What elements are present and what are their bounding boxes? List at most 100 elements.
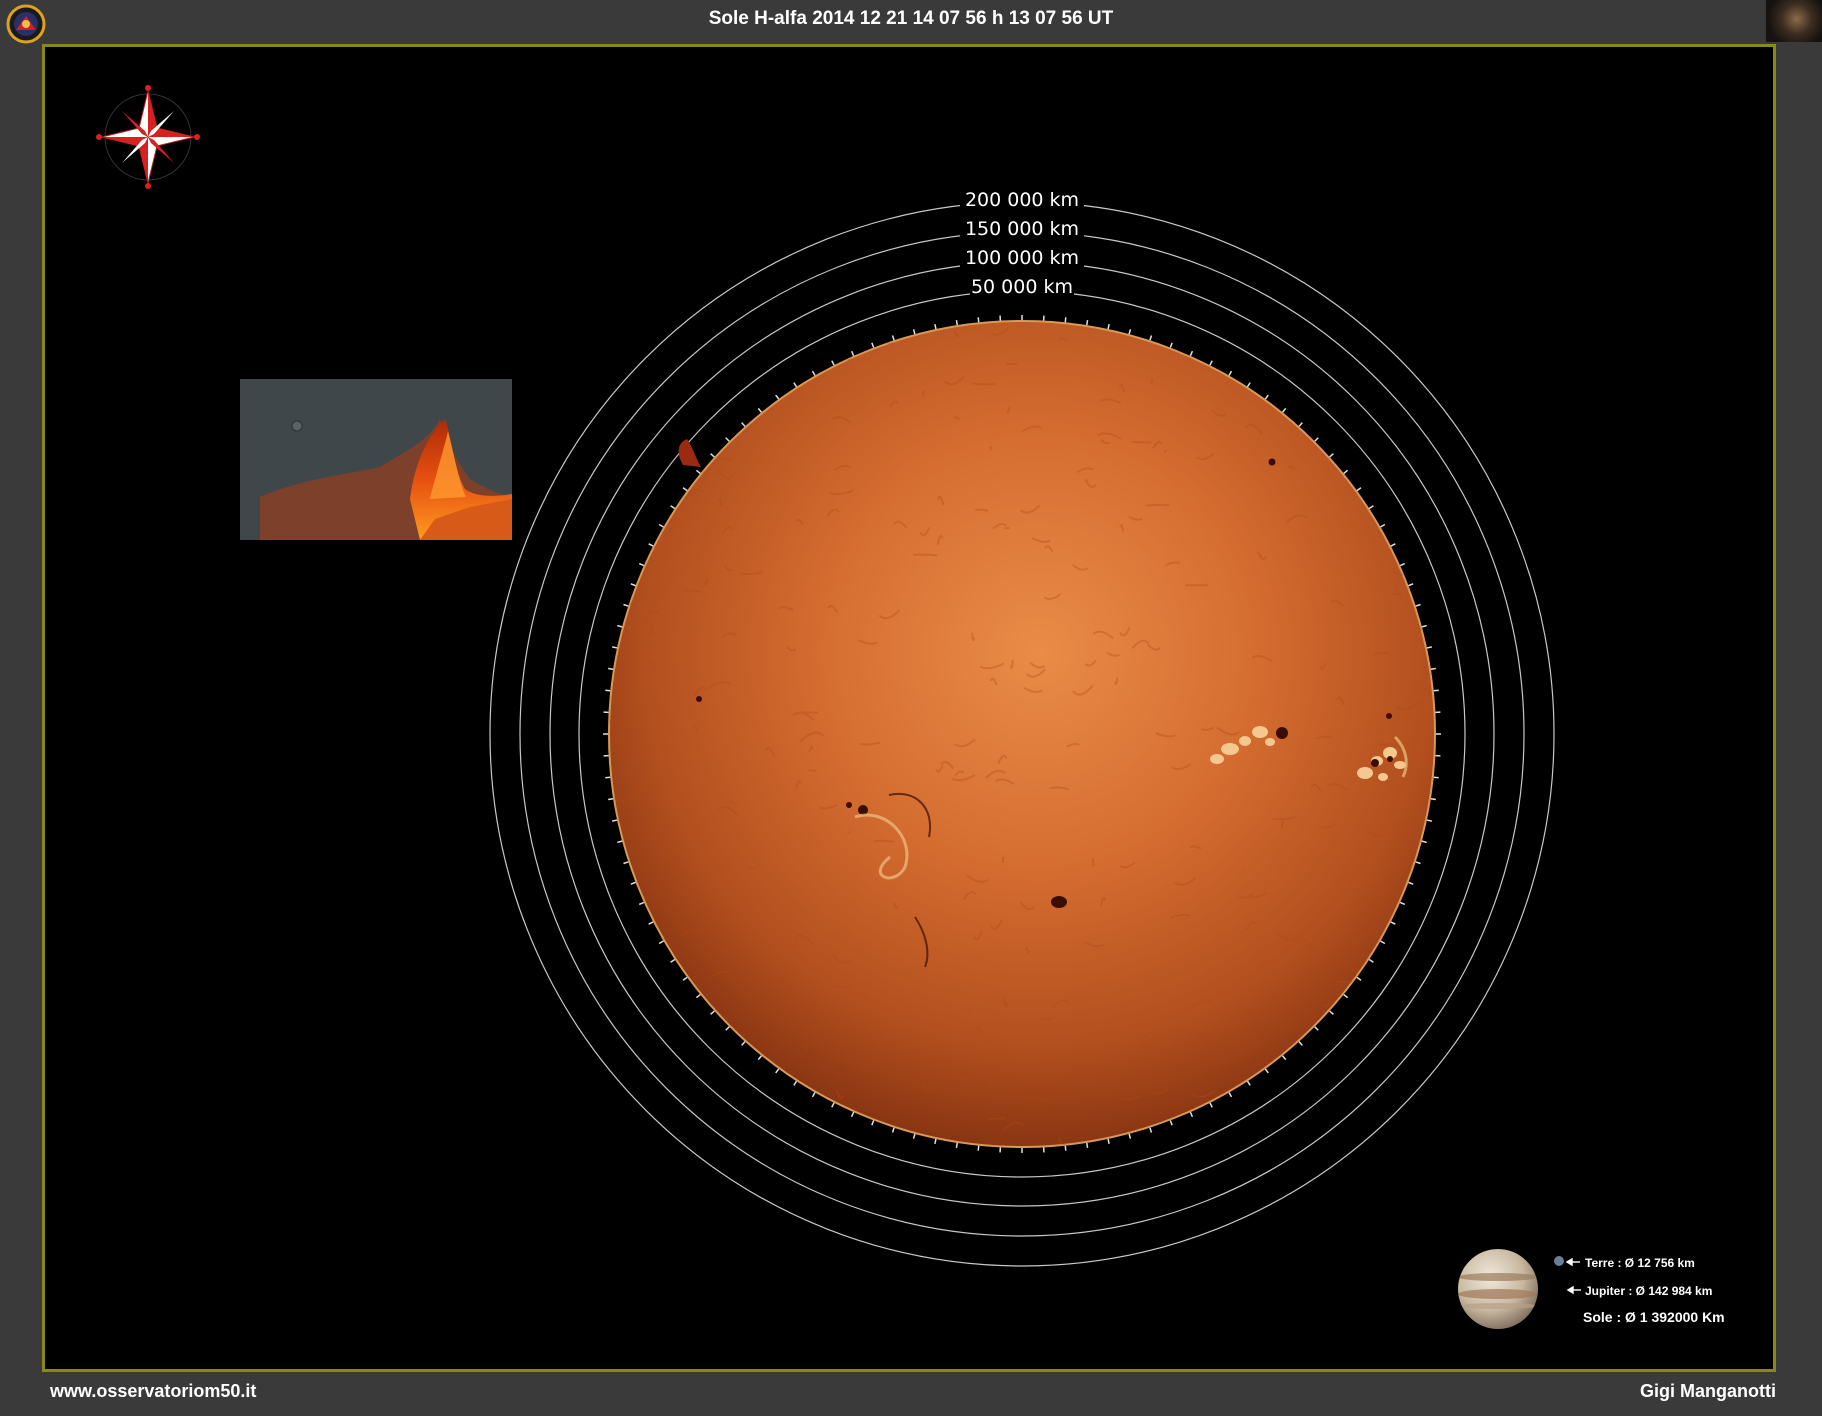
limb-tick: [1426, 646, 1432, 649]
limb-tick: [605, 776, 611, 779]
limb-tick: [1064, 317, 1067, 323]
prominence-inset: [240, 379, 512, 540]
surface-fibril: [647, 453, 668, 458]
limb-tick: [757, 407, 763, 413]
limb-tick: [871, 1120, 875, 1126]
limb-tick: [891, 335, 895, 341]
limb-tick: [1399, 562, 1406, 567]
limb-tick: [1264, 394, 1269, 400]
surface-fibril: [746, 322, 765, 334]
surface-fibril: [753, 361, 777, 373]
compass-rose-icon: [96, 85, 200, 189]
limb-tick: [1169, 342, 1173, 348]
limb-tick: [811, 370, 816, 376]
ring-label-100000: 100 000 km: [965, 247, 1079, 269]
limb-tick: [608, 667, 614, 670]
limb-tick: [623, 861, 629, 865]
limb-tick: [1228, 370, 1233, 376]
ring-label-200000: 200 000 km: [965, 189, 1079, 211]
limb-tick: [1433, 689, 1439, 692]
limb-tick: [741, 1041, 746, 1046]
limb-tick: [1421, 624, 1427, 628]
limb-tick: [617, 840, 623, 844]
limb-tick: [605, 689, 611, 692]
limb-tick: [617, 624, 623, 628]
limb-tick: [1408, 583, 1414, 587]
limb-tick: [831, 360, 835, 366]
surface-fibril: [1392, 592, 1403, 596]
limb-tick: [658, 940, 664, 945]
surface-fibril: [706, 1018, 724, 1026]
surface-fibril: [985, 1039, 991, 1043]
surface-fibril: [829, 1107, 835, 1115]
limb-tick: [1107, 1138, 1110, 1144]
solar-scene: 200 000 km 150 000 km 100 000 km 50 000 …: [96, 85, 1725, 1329]
limb-tick: [1128, 329, 1132, 335]
limb-tick: [1209, 360, 1213, 366]
limb-tick: [775, 394, 780, 400]
surface-fibril: [774, 1094, 781, 1102]
limb-tick: [811, 1092, 816, 1098]
limb-tick: [1264, 1068, 1269, 1074]
limb-tick: [648, 543, 654, 547]
limb-tick: [1149, 1127, 1153, 1133]
limb-tick: [1415, 861, 1421, 865]
limb-tick: [638, 901, 645, 906]
jupiter-icon: [1458, 1249, 1538, 1329]
limb-tick: [1356, 487, 1362, 492]
limb-tick: [955, 320, 958, 326]
website-link[interactable]: www.osservatoriom50.it: [50, 1381, 256, 1402]
surface-fibril: [1340, 353, 1350, 361]
surface-fibril: [1147, 322, 1163, 327]
limb-tick: [955, 1142, 958, 1148]
limb-tick: [1086, 1142, 1089, 1148]
limb-tick: [710, 1010, 715, 1015]
surface-fibril: [659, 435, 677, 441]
surface-fibril: [1397, 324, 1418, 329]
limb-tick: [912, 1133, 916, 1139]
author-credit: Gigi Manganotti: [1640, 1381, 1776, 1401]
ring-label-50000: 50 000 km: [971, 276, 1073, 298]
limb-tick: [695, 993, 701, 999]
limb-tick: [850, 350, 855, 357]
surface-fibril: [1406, 831, 1410, 837]
limb-tick: [1380, 940, 1386, 945]
limb-tick: [1086, 320, 1089, 326]
limb-tick: [1314, 437, 1319, 442]
surface-fibril: [1172, 328, 1192, 334]
limb-tick: [793, 1080, 798, 1086]
surface-fibril: [913, 553, 938, 557]
limb-tick: [1421, 840, 1427, 844]
limb-tick: [658, 523, 664, 528]
surface-fibril: [1125, 321, 1151, 329]
limb-tick: [682, 976, 688, 981]
surface-fibril: [611, 1123, 619, 1130]
limb-tick: [1329, 1010, 1334, 1015]
surface-fibril: [1287, 346, 1312, 356]
limb-tick: [682, 487, 688, 492]
ring-label-150000: 150 000 km: [965, 218, 1079, 240]
limb-tick: [977, 317, 980, 323]
limb-tick: [1107, 324, 1110, 330]
limb-tick: [648, 921, 654, 925]
limb-tick: [695, 469, 701, 475]
surface-fibril: [644, 963, 669, 973]
surface-fibril: [1374, 1030, 1387, 1036]
earth-icon: [1554, 1256, 1564, 1266]
limb-tick: [1356, 976, 1362, 981]
surface-fibril: [1411, 380, 1429, 391]
surface-fibril: [834, 985, 850, 989]
surface-fibril: [1317, 421, 1338, 429]
limb-tick: [725, 437, 730, 442]
surface-fibril: [807, 768, 817, 772]
limb-tick: [710, 453, 715, 458]
surface-fibril: [1384, 321, 1395, 324]
surface-fibril: [1156, 321, 1160, 324]
surface-fibril: [794, 1103, 809, 1110]
limb-tick: [1430, 798, 1436, 801]
surface-fibril: [617, 592, 629, 603]
limb-tick: [1408, 881, 1414, 885]
surface-fibril: [1336, 980, 1358, 984]
limb-tick: [1228, 1092, 1233, 1098]
limb-tick: [1426, 819, 1432, 822]
